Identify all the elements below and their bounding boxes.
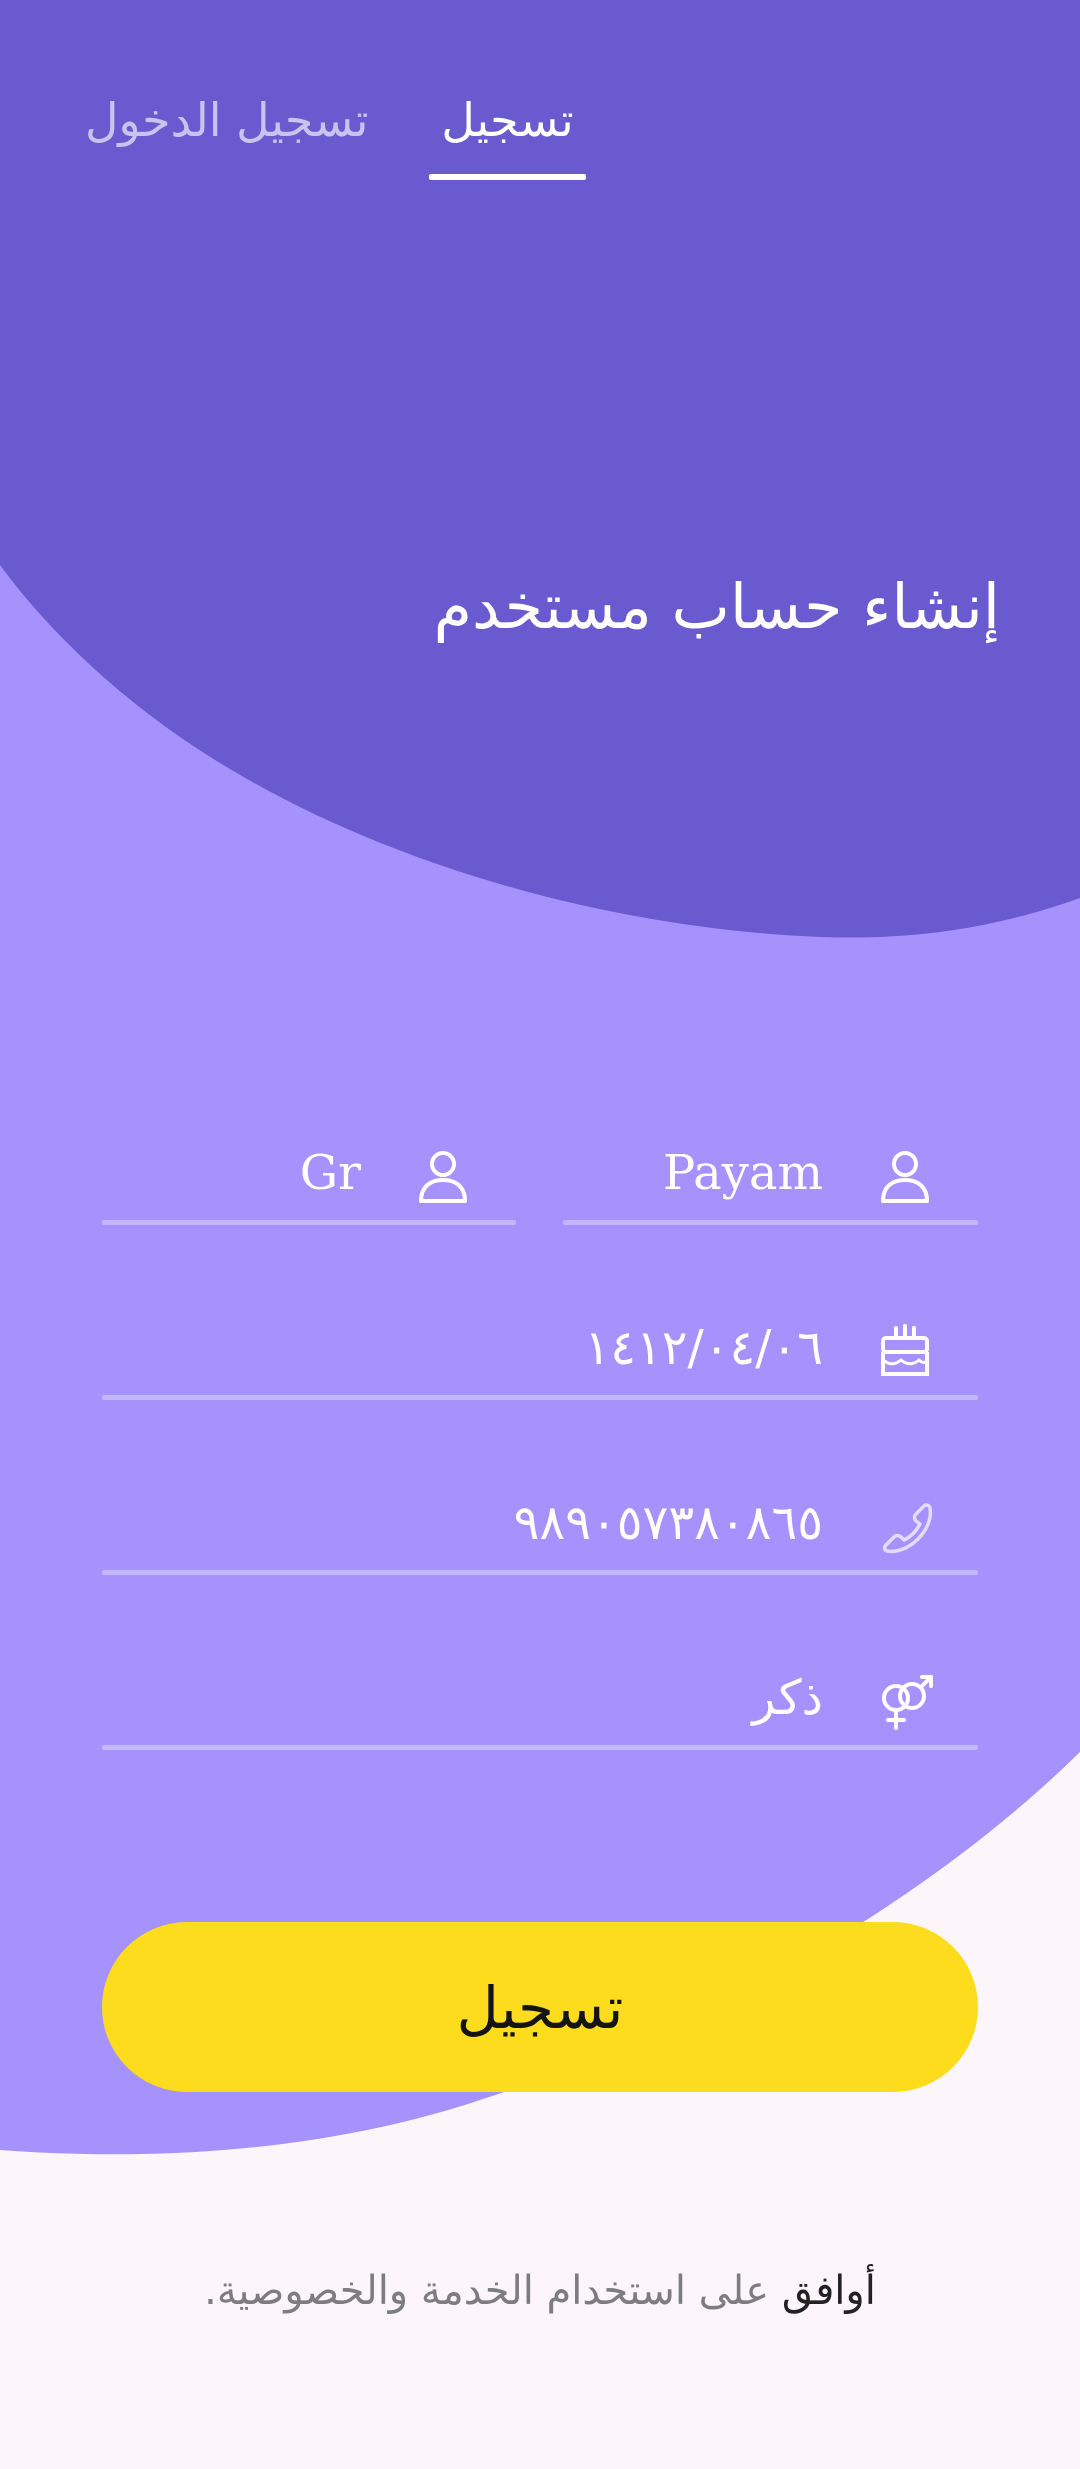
birthdate-value: ١٤١٢/٠٤/٠٦ bbox=[584, 1320, 823, 1376]
tab-login[interactable]: تسجيل الدخول bbox=[85, 80, 368, 180]
page-title: إنشاء حساب مستخدم bbox=[433, 570, 1000, 643]
phone-icon bbox=[882, 1503, 933, 1554]
gender-value: ذكر bbox=[752, 1670, 823, 1726]
background-shapes bbox=[0, 0, 1080, 2155]
active-tab-indicator bbox=[429, 174, 586, 180]
phone-underline bbox=[102, 1570, 978, 1575]
terms-text: أوافق على استخدام الخدمة والخصوصية. bbox=[0, 2268, 1080, 2314]
register-button[interactable]: تسجيل bbox=[102, 1922, 978, 2092]
phone-value: ٩٨٩٠٥٧٣٨٠٨٦٥ bbox=[513, 1495, 823, 1551]
person-icon bbox=[881, 1151, 929, 1203]
gender-underline bbox=[102, 1745, 978, 1750]
terms-agree-link[interactable]: أوافق bbox=[782, 2268, 876, 2314]
person-icon bbox=[419, 1151, 467, 1203]
gender-field[interactable]: ذكر bbox=[102, 1630, 978, 1750]
last-name-underline bbox=[102, 1220, 516, 1225]
birthdate-underline bbox=[102, 1395, 978, 1400]
phone-field[interactable]: ٩٨٩٠٥٧٣٨٠٨٦٥ bbox=[102, 1455, 978, 1575]
first-name-underline bbox=[563, 1220, 978, 1225]
register-screen: تسجيل الدخول تسجيل إنشاء حساب مستخدم Pay… bbox=[0, 0, 1080, 2469]
first-name-field[interactable]: Payam bbox=[563, 1105, 978, 1225]
gender-icon bbox=[882, 1675, 933, 1730]
first-name-value: Payam bbox=[662, 1145, 823, 1201]
birthday-cake-icon bbox=[881, 1324, 929, 1376]
birthdate-field[interactable]: ١٤١٢/٠٤/٠٦ bbox=[102, 1280, 978, 1400]
last-name-field[interactable]: Gr bbox=[102, 1105, 516, 1225]
last-name-value: Gr bbox=[299, 1145, 361, 1201]
terms-rest-text: على استخدام الخدمة والخصوصية. bbox=[204, 2268, 782, 2314]
tab-signup[interactable]: تسجيل bbox=[429, 80, 586, 180]
